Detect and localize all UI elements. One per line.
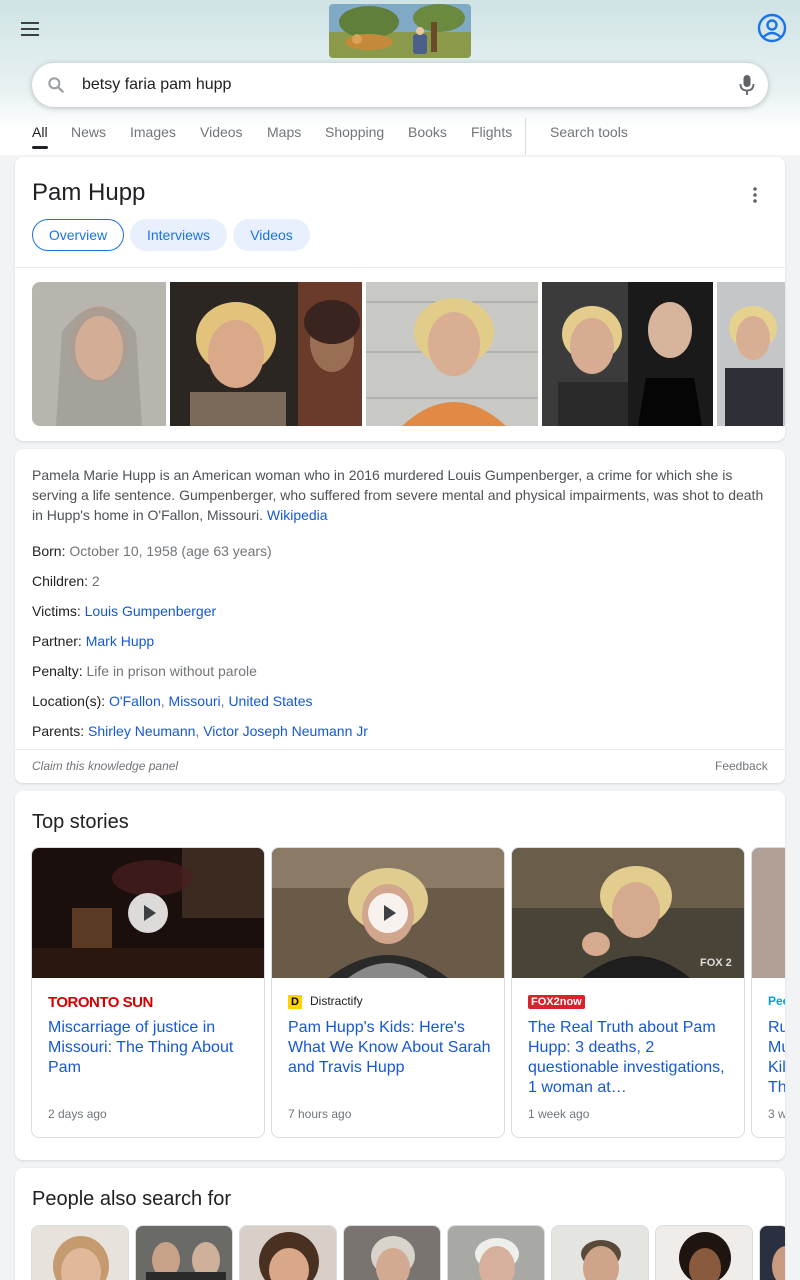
parent-link[interactable]: Shirley Neumann [88,723,195,739]
more-vert-icon[interactable] [743,183,767,207]
divider [15,267,785,268]
related-person[interactable] [551,1225,649,1280]
related-person[interactable] [343,1225,441,1280]
microphone-icon[interactable] [736,73,758,97]
entity-photo[interactable] [717,282,785,426]
play-icon[interactable] [128,893,168,933]
search-input[interactable] [82,63,702,107]
divider [15,749,785,750]
tabs-divider [525,118,526,155]
search-box [32,63,768,107]
story-card[interactable]: TORONTO SUN Miscarriage of justice in Mi… [31,847,265,1138]
distractify-logo-icon: D [288,994,302,1009]
tab-books[interactable]: Books [408,124,447,140]
claim-panel-link[interactable]: Claim this knowledge panel [32,759,178,773]
tab-videos[interactable]: Videos [200,124,243,140]
related-person[interactable] [239,1225,337,1280]
knowledge-panel-body: Pamela Marie Hupp is an American woman w… [15,449,785,783]
fact-victims: Victims: Louis Gumpenberger [32,603,217,619]
story-source: FOX2now [528,994,585,1010]
story-headline[interactable]: Miscarriage of justice in Missouri: The … [48,1018,252,1098]
story-headline[interactable]: The Real Truth about Pam Hupp: 3 deaths,… [528,1018,732,1098]
entity-photo[interactable] [542,282,713,426]
location-link[interactable]: Missouri [169,693,221,709]
search-icon[interactable] [46,75,66,95]
fact-locations: Location(s): O'Fallon, Missouri, United … [32,693,313,709]
fact-born: Born: October 10, 1958 (age 63 years) [32,543,272,559]
partner-link[interactable]: Mark Hupp [86,633,154,649]
tab-images[interactable]: Images [130,124,176,140]
account-circle-icon [757,13,787,43]
chip-interviews[interactable]: Interviews [130,219,227,251]
story-card[interactable]: FOX 2 FOX2now The Real Truth about Pam H… [511,847,745,1138]
tab-all[interactable]: All [32,124,48,140]
knowledge-panel-header: Pam Hupp Overview Interviews Videos [15,157,785,441]
fact-partner: Partner: Mark Hupp [32,633,155,649]
hamburger-icon [21,22,39,24]
entity-description: Pamela Marie Hupp is an American woman w… [32,467,764,523]
location-link[interactable]: O'Fallon [109,693,161,709]
story-thumbnail [32,848,264,978]
chip-overview[interactable]: Overview [32,219,124,251]
search-tools-button[interactable]: Search tools [550,124,628,140]
location-link[interactable]: United States [228,693,312,709]
svg-text:FOX 2: FOX 2 [700,957,732,969]
people-also-search-title: People also search for [32,1188,232,1210]
story-thumbnail [272,848,504,978]
story-headline[interactable]: Ru Mu Kil Th [768,1018,785,1098]
story-source: D Distractify [288,994,363,1010]
people-also-search-card: People also search for [15,1168,785,1280]
story-card[interactable]: People Ru Mu Kil Th 3 w [751,847,785,1138]
entity-photo[interactable] [170,282,362,426]
story-time: 3 w [768,1107,785,1121]
story-headline[interactable]: Pam Hupp's Kids: Here's What We Know Abo… [288,1018,492,1098]
play-icon[interactable] [368,893,408,933]
top-stories-title: Top stories [32,811,129,833]
story-thumbnail: FOX 2 [512,848,744,978]
menu-button[interactable] [18,18,42,42]
story-time: 1 week ago [528,1107,590,1121]
fact-children: Children: 2 [32,573,100,589]
top-stories-card: Top stories TORONTO SUN Miscarriage of j… [15,791,785,1160]
related-person[interactable] [31,1225,129,1280]
related-person[interactable] [759,1225,785,1280]
victim-link[interactable]: Louis Gumpenberger [85,603,217,619]
tab-shopping[interactable]: Shopping [325,124,384,140]
tab-maps[interactable]: Maps [267,124,301,140]
story-source: People [768,994,785,1008]
doodle-illustration [329,4,471,58]
tab-active-indicator [32,146,48,149]
story-card[interactable]: D Distractify Pam Hupp's Kids: Here's Wha… [271,847,505,1138]
entity-title: Pam Hupp [32,179,146,206]
related-person[interactable] [655,1225,753,1280]
wikipedia-link[interactable]: Wikipedia [267,507,328,523]
entity-photo[interactable] [366,282,538,426]
related-person[interactable] [447,1225,545,1280]
google-doodle[interactable] [329,4,471,58]
account-button[interactable] [756,12,788,44]
chip-videos[interactable]: Videos [233,219,310,251]
story-time: 7 hours ago [288,1107,352,1121]
entity-photo[interactable] [32,282,166,426]
story-thumbnail [752,848,785,978]
search-tabs: All News Images Videos Maps Shopping Boo… [0,118,800,155]
search-header: All News Images Videos Maps Shopping Boo… [0,0,800,155]
tab-flights[interactable]: Flights [471,124,512,140]
feedback-link[interactable]: Feedback [715,759,768,773]
story-source: TORONTO SUN [48,994,153,1011]
related-person[interactable] [135,1225,233,1280]
tab-news[interactable]: News [71,124,106,140]
fact-parents: Parents: Shirley Neumann, Victor Joseph … [32,723,368,739]
story-time: 2 days ago [48,1107,107,1121]
parent-link[interactable]: Victor Joseph Neumann Jr [203,723,368,739]
fact-penalty: Penalty: Life in prison without parole [32,663,257,679]
